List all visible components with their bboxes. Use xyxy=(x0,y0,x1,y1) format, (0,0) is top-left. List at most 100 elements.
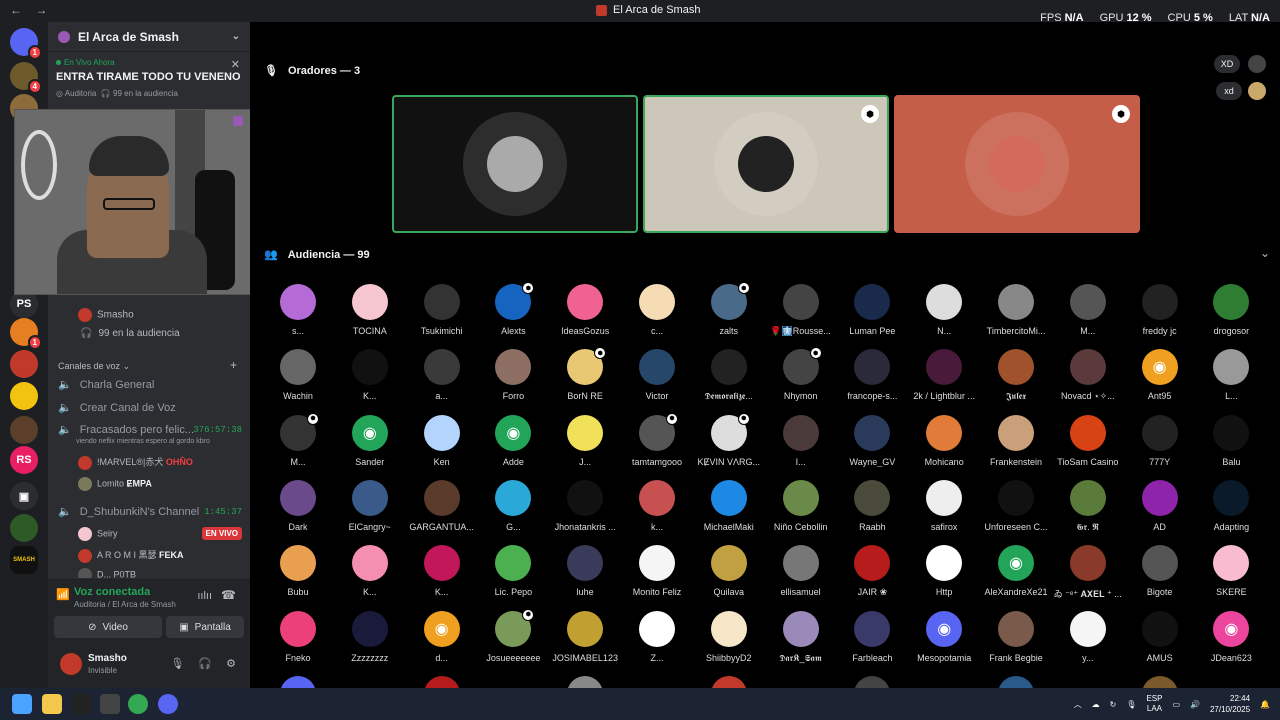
language-indicator[interactable]: ESP LAA xyxy=(1146,694,1162,714)
audience-member[interactable]: luhe xyxy=(549,545,621,607)
video-button[interactable]: ⊘ Video xyxy=(54,616,162,638)
audience-member[interactable]: Monito Feliz xyxy=(621,545,693,607)
audience-member[interactable]: Lic. Pepo xyxy=(477,545,549,607)
server-icon[interactable]: RS xyxy=(10,446,38,474)
server-icon[interactable]: 1 xyxy=(10,28,42,60)
audience-member[interactable]: J... xyxy=(549,414,621,477)
audience-member[interactable]: K... xyxy=(334,545,406,607)
channel-shubunkin[interactable]: 🔈 D_ShubunkiN's Channel 1:45:37 xyxy=(58,505,242,518)
chevron-down-icon[interactable]: ⌄ xyxy=(1260,246,1270,260)
audience-member[interactable]: ◉ AleXandreXe21 xyxy=(980,545,1052,607)
audience-member[interactable]: Fneko xyxy=(262,610,334,673)
microphone-icon[interactable]: 🎙 xyxy=(170,657,184,670)
chevron-up-icon[interactable]: ︿ xyxy=(1074,699,1082,710)
audience-member[interactable]: ◉ Mesopotamia xyxy=(908,610,980,673)
back-arrow-icon[interactable]: ← xyxy=(10,3,22,17)
audience-member[interactable]: Frank Begbie xyxy=(980,610,1052,673)
audience-member[interactable]: G... xyxy=(477,479,549,542)
audience-member[interactable]: L... xyxy=(1195,349,1267,411)
audience-member[interactable]: JOSIMABEL123 xyxy=(549,610,621,673)
audience-member[interactable]: 🌹🩻Rousse... xyxy=(765,284,837,346)
audience-member[interactable]: AMUS xyxy=(1124,610,1196,673)
notification-icon[interactable]: 🔔 xyxy=(1260,700,1270,709)
audience-member[interactable]: safirox xyxy=(908,479,980,542)
audience-member[interactable]: Niño Cebollin xyxy=(765,479,837,542)
audience-member[interactable]: Zzzzzzzz xyxy=(334,610,406,673)
audience-member[interactable]: 777Y xyxy=(1124,414,1196,477)
audience-member[interactable]: ◉ Adde xyxy=(477,414,549,477)
audience-member[interactable]: MichaelMaki xyxy=(693,479,765,542)
audience-member[interactable]: Forro xyxy=(477,349,549,411)
audience-member[interactable]: Novacd ⋆✧... xyxy=(1052,349,1124,411)
server-icon[interactable] xyxy=(10,350,38,378)
audience-member[interactable]: ⬢ zalts xyxy=(693,282,765,346)
user-name[interactable]: Smasho xyxy=(88,653,127,664)
audience-member[interactable]: 𝕵𝖚𝖑𝖊𝖝 xyxy=(980,349,1052,411)
audience-member[interactable]: 𝕯𝖊𝖒𝖔𝖗𝖆𝖑𝖎𝖟𝖊... xyxy=(693,349,765,411)
channel-crear-canal[interactable]: 🔈 Crear Canal de Voz xyxy=(58,401,176,414)
channel-fracasados[interactable]: 🔈 Fracasados pero felic... 376:57:38 xyxy=(58,423,242,436)
cloud-icon[interactable]: ☁ xyxy=(1092,700,1100,709)
server-icon[interactable]: SMASH xyxy=(10,546,38,574)
server-icon[interactable] xyxy=(10,416,38,444)
audience-member[interactable]: Tsukimichi xyxy=(406,284,478,346)
audience-member[interactable]: c... xyxy=(621,284,693,346)
audience-member[interactable]: ellisamuel xyxy=(765,545,837,607)
audience-member[interactable]: drogosor xyxy=(1195,284,1267,346)
audience-member[interactable]: ShiibbyyD2 xyxy=(693,610,765,673)
audience-member[interactable]: 2k / Lightblur ... xyxy=(908,349,980,411)
audience-member[interactable]: Bigote xyxy=(1124,545,1196,607)
audience-member[interactable]: Z... xyxy=(621,610,693,673)
speaker-tile[interactable]: ⬢ xyxy=(643,95,889,233)
audience-member[interactable]: GARGANTUA... xyxy=(406,479,478,542)
audience-member[interactable]: ◉ Ant95 xyxy=(1124,349,1196,411)
audience-member[interactable]: k... xyxy=(621,479,693,542)
stage-host[interactable]: Smasho xyxy=(78,308,134,322)
audience-member[interactable]: ⬢ BorN RE xyxy=(549,347,621,411)
audience-member[interactable]: Luman Pee xyxy=(836,284,908,346)
audience-member[interactable]: AD xyxy=(1124,479,1196,542)
audience-member[interactable]: TOCINA xyxy=(334,284,406,346)
audience-member[interactable]: ⬢ Josueeeeeee xyxy=(477,608,549,673)
member-row[interactable]: A R O M I 黑瑟 FEKA xyxy=(78,548,184,563)
audience-member[interactable]: a... xyxy=(406,349,478,411)
audience-member[interactable]: Balu xyxy=(1195,414,1267,477)
obs-icon[interactable] xyxy=(100,694,120,714)
audience-member[interactable]: TioSam Casino xyxy=(1052,414,1124,477)
audience-member[interactable]: TimbercitoMi... xyxy=(980,284,1052,346)
audience-member[interactable]: IdeasGozus xyxy=(549,284,621,346)
audience-member[interactable]: ◉ Sander xyxy=(334,414,406,477)
audience-member[interactable]: I... xyxy=(765,414,837,477)
audience-member[interactable]: ⬢ KɆVIN VΛRG... xyxy=(693,412,765,477)
microphone-icon[interactable]: 🎙 xyxy=(1126,700,1136,709)
headphones-icon[interactable]: 🎧 xyxy=(198,657,212,670)
chevron-down-icon[interactable]: ⌄ xyxy=(232,31,240,42)
audience-member[interactable]: ⬢ Nhymon xyxy=(765,347,837,411)
refresh-icon[interactable]: ↻ xyxy=(1110,700,1117,709)
close-icon[interactable]: ✕ xyxy=(231,58,240,71)
channel-charla-general[interactable]: 🔈 Charla General xyxy=(58,378,154,391)
audience-member[interactable]: ElCangry~ xyxy=(334,479,406,542)
member-row[interactable]: Seiry EN VIVO xyxy=(78,527,242,541)
audience-member[interactable]: Dark xyxy=(262,479,334,542)
network-icon[interactable]: ▭ xyxy=(1172,700,1180,709)
discord-icon[interactable] xyxy=(158,694,178,714)
audience-member[interactable]: SKERE xyxy=(1195,545,1267,607)
audience-member[interactable]: ⬢ tamtamgooo xyxy=(621,412,693,477)
audience-member[interactable]: francope-s... xyxy=(836,349,908,411)
audience-member[interactable]: Mohicano xyxy=(908,414,980,477)
add-channel-button[interactable]: + xyxy=(230,358,237,372)
server-icon[interactable] xyxy=(10,514,38,542)
member-row[interactable]: D... P0TB xyxy=(78,568,136,578)
audience-member[interactable]: M... xyxy=(1052,284,1124,346)
audience-member[interactable]: Ken xyxy=(406,414,478,477)
audience-member[interactable]: 𝕯𝖆𝖗𝕶_𝕾𝖆𝖒 xyxy=(765,610,837,673)
nav-arrows[interactable]: ← → xyxy=(10,3,47,17)
audience-member[interactable]: Victor xyxy=(621,349,693,411)
speaker-tile[interactable]: ⬢ xyxy=(894,95,1140,233)
chrome-icon[interactable] xyxy=(128,694,148,714)
app-icon[interactable] xyxy=(72,694,92,714)
speaker-tile[interactable] xyxy=(392,95,638,233)
audience-member[interactable]: freddy jc xyxy=(1124,284,1196,346)
server-icon[interactable] xyxy=(10,382,38,410)
